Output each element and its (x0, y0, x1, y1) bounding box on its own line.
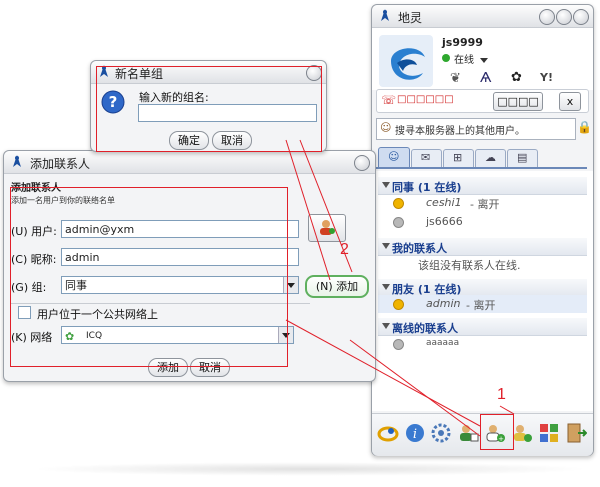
floor-shadow (30, 462, 590, 476)
annotation-marker-1: 1 (497, 386, 506, 403)
annotation-lines (285, 139, 515, 437)
annotation-marker-2: 2 (340, 241, 349, 258)
